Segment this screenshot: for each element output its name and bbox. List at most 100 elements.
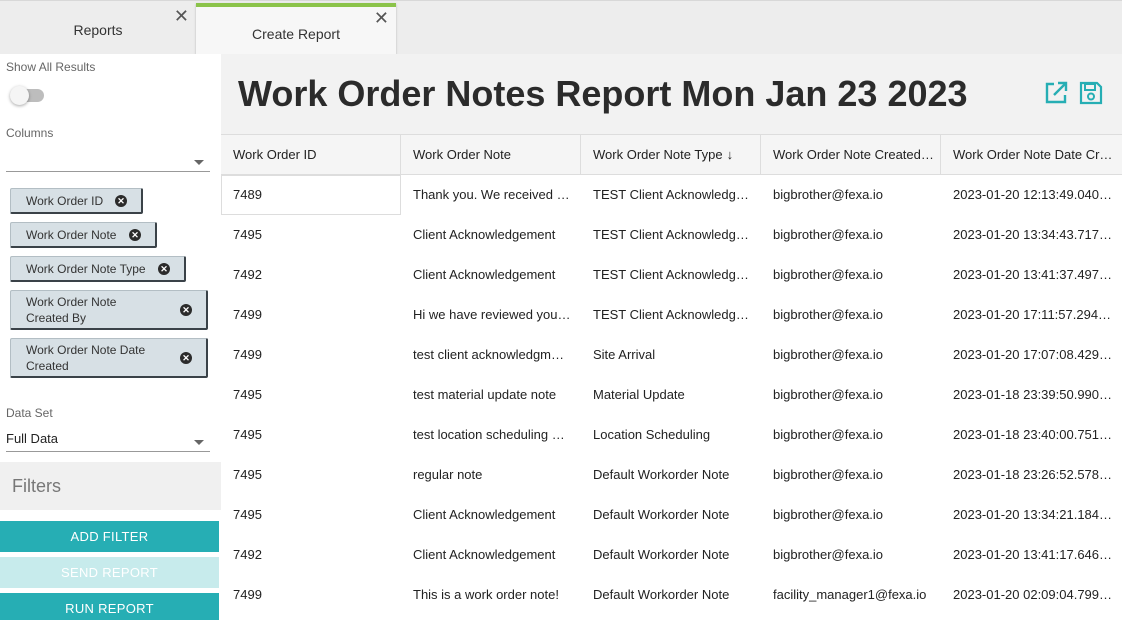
cell-work-order-note[interactable]: test location scheduling … [401,415,581,455]
add-filter-button[interactable]: ADD FILTER [0,521,219,552]
column-header-work-order-note[interactable]: Work Order Note [401,135,581,175]
tab-create-report-label: Create Report [252,26,340,42]
column-header-work-order-note-date-created[interactable]: Work Order Note Date Cr… [941,135,1122,175]
cell-work-order-note-type[interactable]: Default Workorder Note [581,535,761,575]
cell-work-order-id[interactable]: 7492 [221,535,401,575]
cell-date-created[interactable]: 2023-01-20 17:11:57.294… [941,295,1122,335]
cell-work-order-note-type[interactable]: Material Update [581,375,761,415]
tab-reports-label: Reports [73,22,123,38]
cell-created-by[interactable]: bigbrother@fexa.io [761,375,941,415]
chip-label: Work Order Note Date Created [26,342,146,373]
cell-created-by[interactable]: bigbrother@fexa.io [761,295,941,335]
cell-work-order-note[interactable]: Client Acknowledgement [401,535,581,575]
cell-work-order-note-type[interactable]: Default Workorder Note [581,575,761,615]
table-row[interactable]: 7495 Client Acknowledgement TEST Client Ac… [221,215,1122,255]
cell-work-order-id[interactable]: 7499 [221,575,401,615]
table-row[interactable]: 7499 This is a work order note! Default Wo… [221,575,1122,615]
cell-work-order-id[interactable]: 7495 [221,495,401,535]
table-row[interactable]: 7495 Client Acknowledgement Default Workor… [221,495,1122,535]
columns-select[interactable] [6,148,210,172]
cell-date-created[interactable]: 2023-01-20 13:34:43.717… [941,215,1122,255]
cell-date-created[interactable]: 2023-01-20 12:13:49.040… [941,175,1122,215]
cell-date-created[interactable]: 2023-01-20 02:09:04.799… [941,575,1122,615]
cell-created-by[interactable]: bigbrother@fexa.io [761,215,941,255]
table-row[interactable]: 7492 Client Acknowledgement TEST Client Ac… [221,255,1122,295]
cell-work-order-id[interactable]: 7495 [221,415,401,455]
cell-work-order-note[interactable]: Thank you. We received y… [401,175,581,215]
cell-work-order-id[interactable]: 7495 [221,455,401,495]
cell-work-order-note-type[interactable]: TEST Client Acknowledg… [581,255,761,295]
cell-work-order-note-type[interactable]: TEST Client Acknowledg… [581,295,761,335]
cell-work-order-note-type[interactable]: Site Arrival [581,335,761,375]
remove-chip-icon[interactable]: ✕ [129,228,141,241]
send-report-button[interactable]: SEND REPORT [0,557,219,588]
cell-work-order-note-type[interactable]: TEST Client Acknowledg… [581,215,761,255]
table-row[interactable]: 7499 Hi we have reviewed your… TEST Client… [221,295,1122,335]
cell-work-order-id[interactable]: 7495 [221,375,401,415]
cell-work-order-note[interactable]: Client Acknowledgement [401,495,581,535]
cell-date-created[interactable]: 2023-01-20 13:41:17.646… [941,535,1122,575]
table-row[interactable]: 7495 test material update note Material Up… [221,375,1122,415]
remove-chip-icon[interactable]: ✕ [180,303,192,316]
tab-create-report[interactable]: Create Report ✕ [196,3,396,54]
cell-work-order-note[interactable]: test client acknowledgm… [401,335,581,375]
cell-created-by[interactable]: bigbrother@fexa.io [761,455,941,495]
cell-work-order-note[interactable]: Client Acknowledgement [401,215,581,255]
column-header-label: Work Order Note [413,147,512,162]
table-row[interactable]: 7499 test client acknowledgm… Site Arrival… [221,335,1122,375]
column-header-label: Work Order Note Date Cr… [953,147,1113,162]
data-set-select[interactable]: Full Data [6,430,210,452]
cell-work-order-id[interactable]: 7489 [221,175,401,215]
cell-work-order-id[interactable]: 7499 [221,295,401,335]
cell-work-order-id[interactable]: 7492 [221,255,401,295]
cell-date-created[interactable]: 2023-01-18 23:26:52.578… [941,455,1122,495]
cell-work-order-note-type[interactable]: Default Workorder Note [581,495,761,535]
cell-created-by[interactable]: bigbrother@fexa.io [761,335,941,375]
sort-descending-icon: ↓ [726,147,734,162]
page-title: Work Order Notes Report Mon Jan 23 2023 [238,73,968,114]
table-row[interactable]: 7495 regular note Default Workorder Note bi… [221,455,1122,495]
cell-date-created[interactable]: 2023-01-18 23:39:50.990… [941,375,1122,415]
cell-work-order-note-type[interactable]: Location Scheduling [581,415,761,455]
cell-work-order-note[interactable]: Client Acknowledgement [401,255,581,295]
cell-work-order-note-type[interactable]: TEST Client Acknowledg… [581,175,761,215]
cell-work-order-note[interactable]: Hi we have reviewed your… [401,295,581,335]
data-set-label: Data Set [6,406,53,420]
tab-reports[interactable]: Reports ✕ [0,1,196,55]
show-all-results-toggle[interactable] [10,86,44,105]
cell-date-created[interactable]: 2023-01-20 17:07:08.429… [941,335,1122,375]
cell-created-by[interactable]: bigbrother@fexa.io [761,175,941,215]
cell-date-created[interactable]: 2023-01-20 13:41:37.497… [941,255,1122,295]
close-icon[interactable]: ✕ [174,7,189,25]
table-row[interactable]: 7495 test location scheduling … Location S… [221,415,1122,455]
remove-chip-icon[interactable]: ✕ [158,262,170,275]
cell-work-order-note-type[interactable]: Default Workorder Note [581,455,761,495]
table-row[interactable]: 7492 Client Acknowledgement Default Workor… [221,535,1122,575]
save-icon[interactable] [1078,80,1104,106]
run-report-button[interactable]: RUN REPORT [0,593,219,620]
cell-work-order-id[interactable]: 7495 [221,215,401,255]
cell-created-by[interactable]: bigbrother@fexa.io [761,495,941,535]
table-row[interactable]: 7489 Thank you. We received y… TEST Client… [221,175,1122,215]
cell-date-created[interactable]: 2023-01-20 13:34:21.184… [941,495,1122,535]
column-header-work-order-id[interactable]: Work Order ID [221,135,401,175]
cell-work-order-note[interactable]: This is a work order note! [401,575,581,615]
column-header-work-order-note-created-by[interactable]: Work Order Note Created… [761,135,941,175]
cell-created-by[interactable]: facility_manager1@fexa.io [761,575,941,615]
external-link-icon[interactable] [1043,80,1069,106]
cell-created-by[interactable]: bigbrother@fexa.io [761,255,941,295]
column-chip-work-order-note: Work Order Note ✕ [10,222,157,248]
cell-created-by[interactable]: bigbrother@fexa.io [761,535,941,575]
close-icon[interactable]: ✕ [374,9,389,27]
cell-date-created[interactable]: 2023-01-18 23:40:00.751… [941,415,1122,455]
remove-chip-icon[interactable]: ✕ [180,351,192,364]
remove-chip-icon[interactable]: ✕ [115,194,127,207]
cell-created-by[interactable]: bigbrother@fexa.io [761,415,941,455]
cell-work-order-note[interactable]: test material update note [401,375,581,415]
column-header-work-order-note-type[interactable]: Work Order Note Type ↓ [581,135,761,175]
report-header: Work Order Notes Report Mon Jan 23 2023 [221,54,1122,134]
show-all-results-label: Show All Results [6,60,96,74]
column-header-label: Work Order ID [233,147,317,162]
cell-work-order-note[interactable]: regular note [401,455,581,495]
cell-work-order-id[interactable]: 7499 [221,335,401,375]
